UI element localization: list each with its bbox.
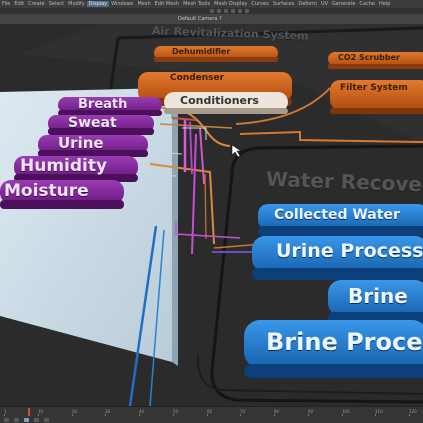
step-back-icon[interactable]	[14, 418, 19, 422]
menu-item[interactable]: Select	[47, 1, 66, 7]
urine-processor-label: Urine Processor	[276, 240, 423, 262]
water-group-title: Water Recovery	[265, 166, 423, 198]
menu-item[interactable]: Cache	[357, 1, 377, 7]
urine-label: Urine	[58, 134, 104, 152]
conditioners-label: Conditioners	[180, 94, 259, 107]
menu-bar: File Edit Create Select Modify Display Windows…	[0, 0, 423, 8]
play-icon[interactable]	[24, 418, 29, 422]
humidity-label: Humidity	[20, 156, 108, 176]
app-window: File Edit Create Select Modify Display Windows…	[0, 0, 423, 423]
scale-tool-icon[interactable]	[231, 9, 235, 13]
time-tick	[375, 414, 376, 416]
menu-item[interactable]: Mesh Display	[212, 1, 249, 7]
menu-item[interactable]: Windows	[109, 1, 135, 7]
menu-item[interactable]: Edit	[12, 1, 26, 7]
menu-item[interactable]: Modify	[66, 1, 87, 7]
menu-item[interactable]: Help	[377, 1, 392, 7]
collected-water-label: Collected Water	[274, 207, 400, 223]
brine-processor-label: Brine Processor	[266, 328, 423, 356]
sweat-label: Sweat	[68, 115, 117, 131]
rotate-tool-icon[interactable]	[224, 9, 228, 13]
menu-item[interactable]: Create	[26, 1, 47, 7]
go-to-start-icon[interactable]	[4, 418, 9, 422]
time-tick	[173, 414, 174, 416]
time-tick-label: 110	[375, 409, 383, 414]
time-ruler[interactable]: 1 10 20 30 40 50 60 70 80 90 100 110 120	[4, 409, 419, 416]
time-tick	[342, 414, 343, 416]
breath-label: Breath	[78, 97, 128, 112]
3d-viewport[interactable]: Air Revitalization System Water Recovery…	[0, 24, 423, 406]
menu-item[interactable]: File	[0, 1, 12, 7]
time-tick	[72, 414, 73, 416]
moisture-label: Moisture	[4, 181, 89, 201]
playback-controls	[4, 417, 419, 423]
render-icon[interactable]	[245, 9, 249, 13]
move-tool-icon[interactable]	[217, 9, 221, 13]
select-tool-icon[interactable]	[210, 9, 214, 13]
time-tick	[274, 414, 275, 416]
menu-item[interactable]: Edit Mesh	[153, 1, 181, 7]
time-tick	[240, 414, 241, 416]
menu-item[interactable]: Mesh	[135, 1, 152, 7]
menu-item[interactable]: Curves	[249, 1, 270, 7]
go-to-end-icon[interactable]	[44, 418, 49, 422]
time-tick-label: 100	[342, 409, 350, 414]
time-tick	[207, 414, 208, 416]
playhead[interactable]	[28, 408, 30, 416]
menu-item[interactable]: Surfaces	[271, 1, 297, 7]
snap-icon[interactable]	[238, 9, 242, 13]
dehumidifier-label: Dehumidifier	[172, 47, 231, 56]
filter-system-label: Filter System	[340, 83, 408, 93]
step-forward-icon[interactable]	[34, 418, 39, 422]
menu-item[interactable]: Display	[86, 1, 110, 7]
menu-item[interactable]: UV	[319, 1, 330, 7]
brine-label: Brine	[348, 284, 408, 308]
time-tick	[38, 414, 39, 416]
menu-item[interactable]: Mesh Tools	[181, 1, 212, 7]
time-tick	[409, 414, 410, 416]
time-tick	[105, 414, 106, 416]
viewport-header: Default Camera ?	[0, 14, 423, 24]
co2-scrubber-label: CO2 Scrubber	[338, 53, 400, 62]
condenser-label: Condenser	[170, 73, 225, 83]
camera-label[interactable]: Default Camera ?	[178, 16, 222, 22]
timeline[interactable]: 1 10 20 30 40 50 60 70 80 90 100 110 120	[0, 406, 423, 423]
menu-item[interactable]: Deform	[296, 1, 319, 7]
time-tick	[308, 414, 309, 416]
time-tick	[139, 414, 140, 416]
time-tick	[4, 414, 5, 416]
time-tick-label: 120	[409, 409, 417, 414]
menu-item[interactable]: Generate	[330, 1, 357, 7]
